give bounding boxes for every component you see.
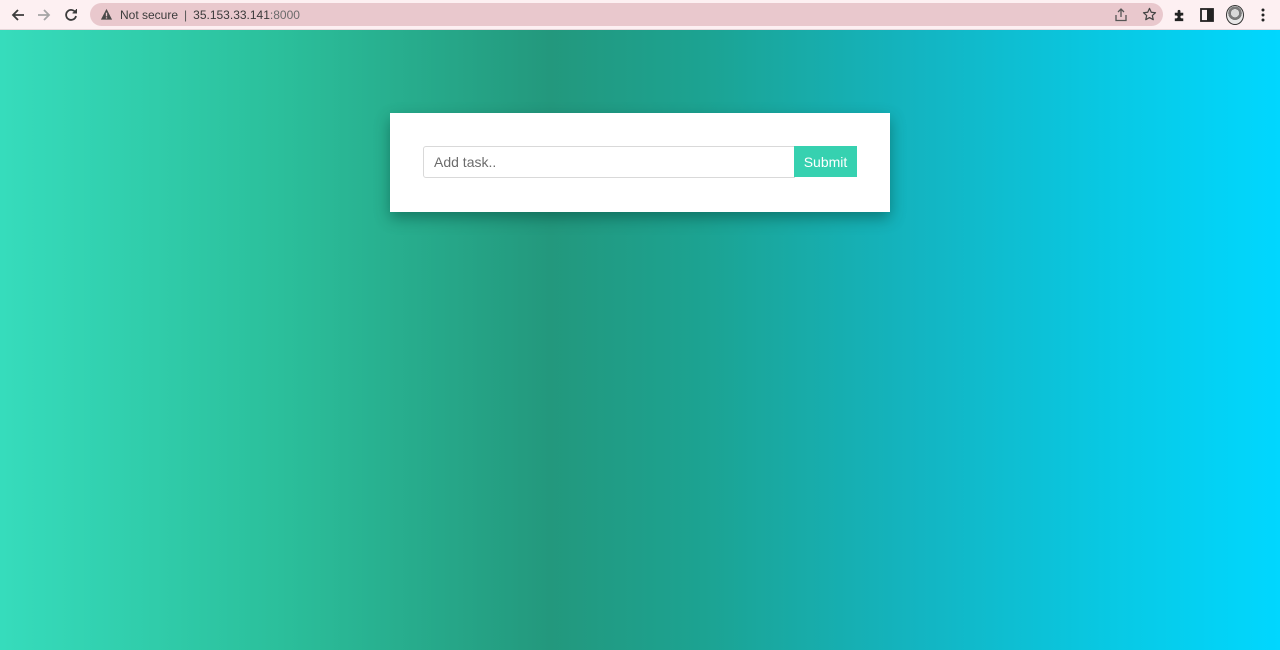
address-bar[interactable]: Not secure | 35.153.33.141:8000 <box>90 3 1163 26</box>
task-form-card: Submit <box>390 113 890 212</box>
browser-toolbar: Not secure | 35.153.33.141:8000 <box>0 0 1280 30</box>
reload-icon[interactable] <box>60 4 82 26</box>
profile-avatar[interactable] <box>1226 5 1244 25</box>
star-bookmark-icon[interactable] <box>1141 7 1157 23</box>
url-port: :8000 <box>269 7 300 22</box>
warning-triangle-icon[interactable] <box>100 8 114 22</box>
extensions-puzzle-icon[interactable] <box>1170 6 1188 24</box>
omnibox-actions <box>1113 5 1157 24</box>
submit-button[interactable]: Submit <box>794 146 857 177</box>
url-separator: | <box>184 7 188 22</box>
page-viewport: Submit <box>0 30 1280 650</box>
browser-action-icons <box>1170 4 1272 26</box>
side-panel-icon[interactable] <box>1198 6 1216 24</box>
forward-arrow-icon[interactable] <box>33 4 55 26</box>
url-host: 35.153.33.141 <box>193 7 270 22</box>
security-label[interactable]: Not secure <box>120 8 178 22</box>
task-input[interactable] <box>423 146 795 178</box>
back-arrow-icon[interactable] <box>7 4 29 26</box>
kebab-menu-icon[interactable] <box>1254 6 1272 24</box>
share-icon[interactable] <box>1113 7 1129 23</box>
